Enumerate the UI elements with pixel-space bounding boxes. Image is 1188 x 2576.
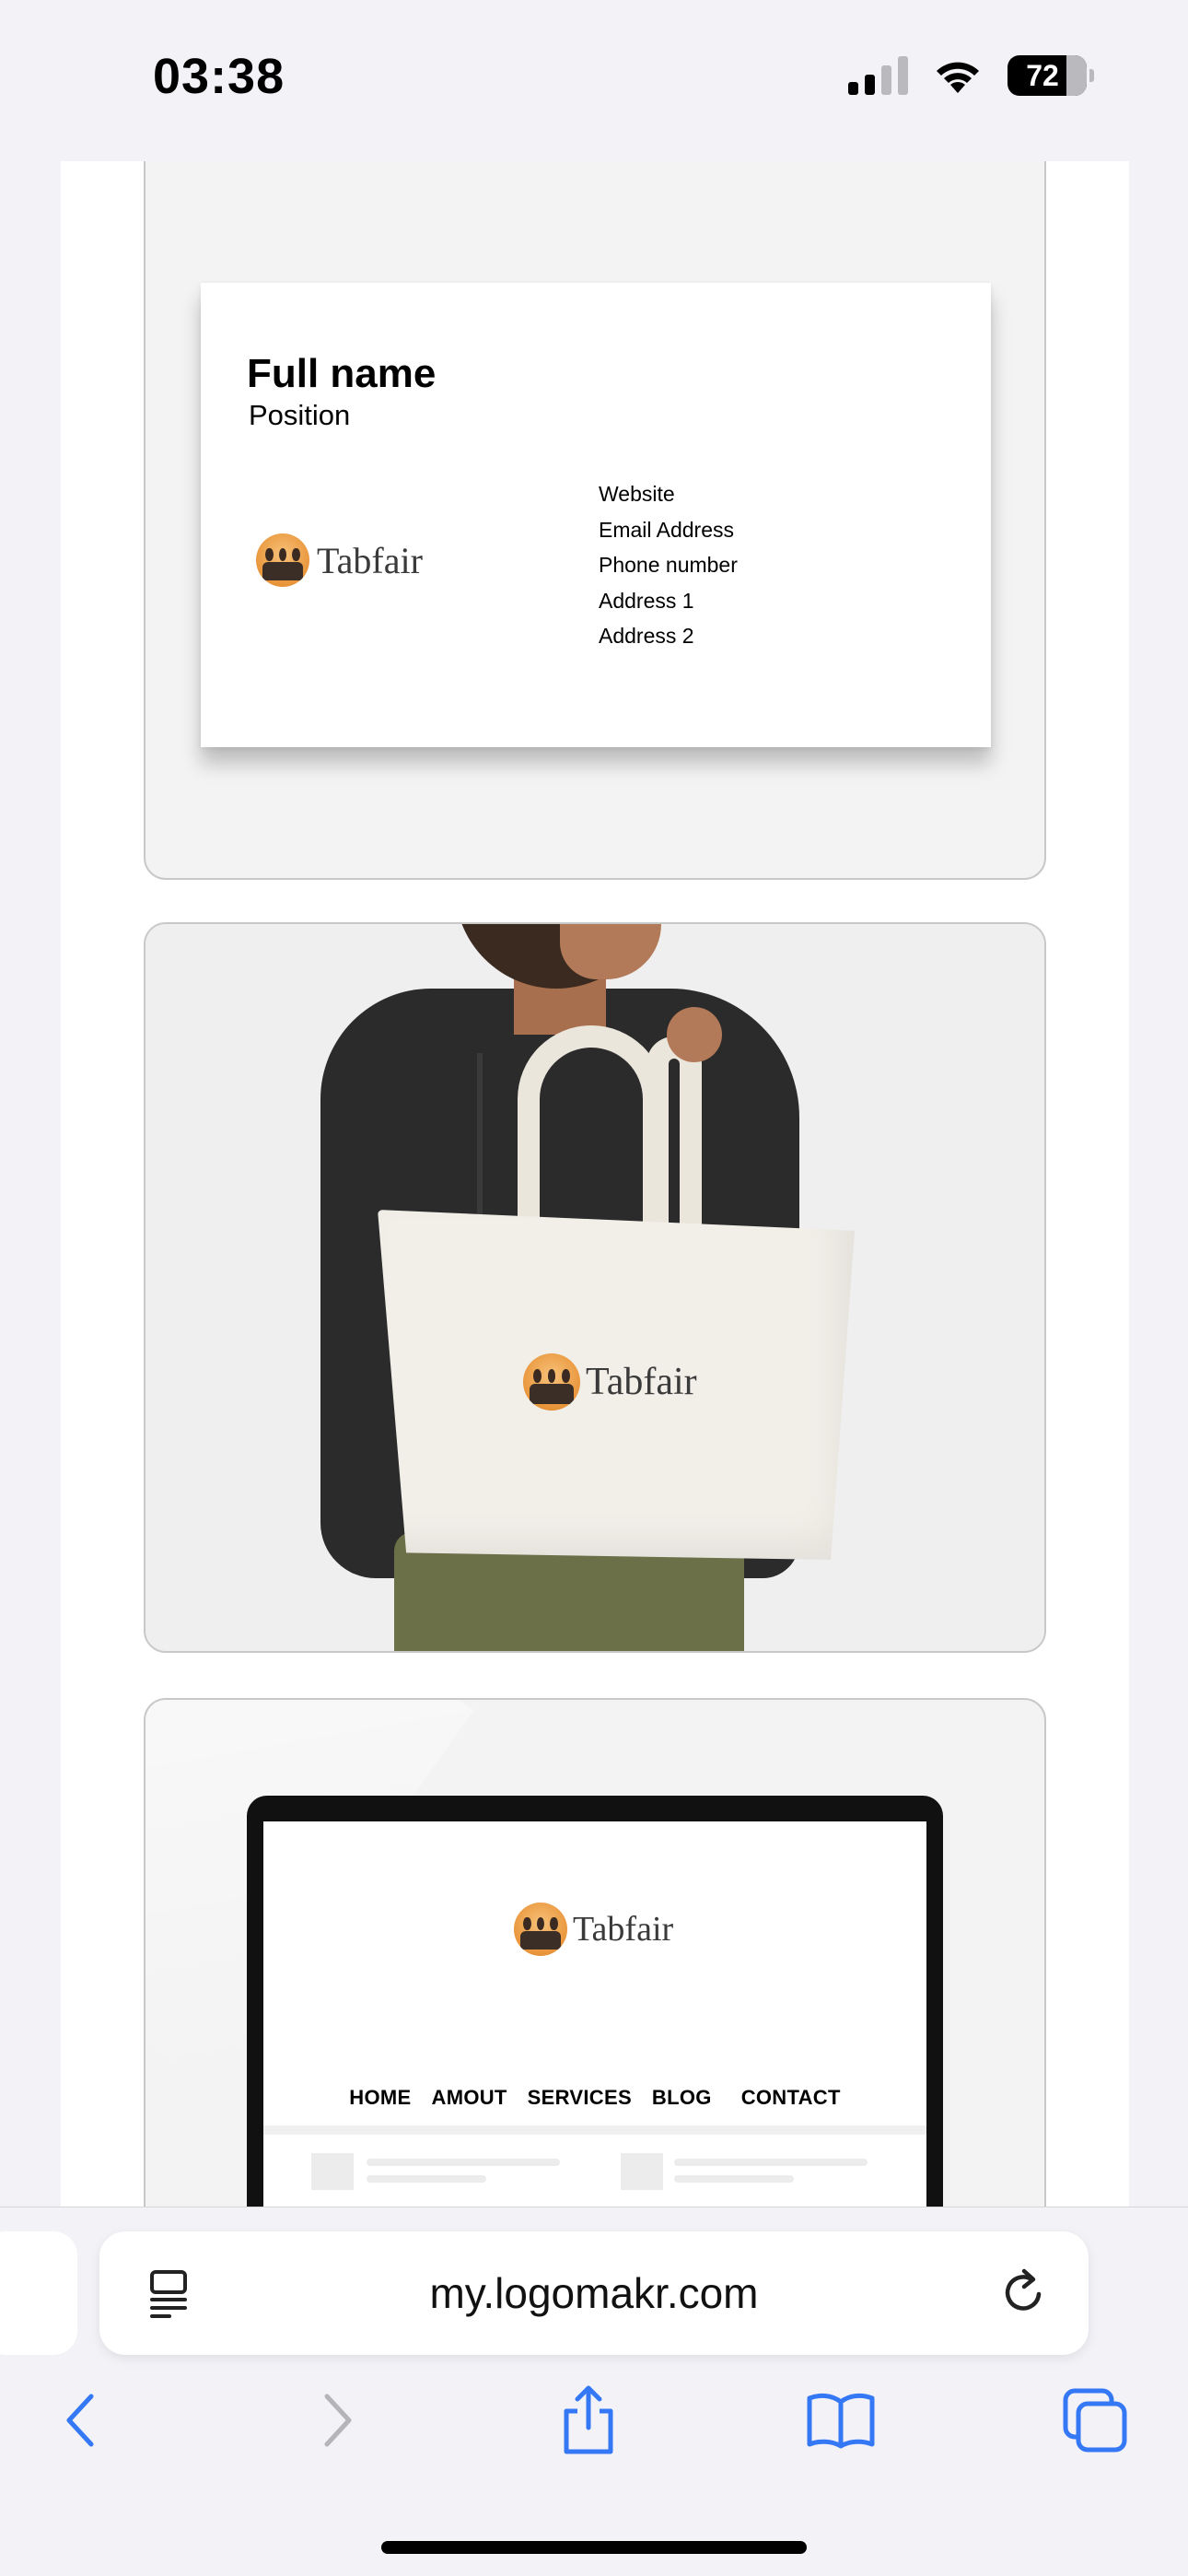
cellular-signal-icon <box>848 56 908 95</box>
site-logo-text: Tabfair <box>573 1910 674 1949</box>
home-indicator[interactable] <box>381 2541 807 2554</box>
tabs-icon <box>1063 2388 1127 2453</box>
business-card-mockup[interactable]: Full name Position Tabfair Website Email… <box>144 161 1046 880</box>
placeholder-line <box>367 2159 560 2166</box>
card-logo: Tabfair <box>256 533 423 587</box>
share-button[interactable] <box>547 2379 630 2462</box>
placeholder-image <box>621 2153 663 2190</box>
address-bar[interactable]: my.logomakr.com <box>99 2231 1089 2355</box>
chevron-right-icon <box>324 2394 352 2447</box>
site-nav-contact: CONTACT <box>740 2086 841 2109</box>
site-logo: Tabfair <box>514 1903 673 1956</box>
placeholder-image <box>311 2153 354 2190</box>
card-email: Email Address <box>599 517 735 542</box>
browser-toolbar <box>0 2379 1188 2480</box>
forward-button[interactable] <box>297 2379 379 2462</box>
card-address-2: Address 2 <box>599 624 694 648</box>
site-nav-amout: AMOUT <box>431 2086 507 2109</box>
tabfair-logo-icon <box>514 1903 567 1956</box>
site-nav-blog: BLOG <box>651 2086 712 2109</box>
site-nav: HOME AMOUT SERVICES BLOG CONTACT <box>263 2086 926 2110</box>
wifi-icon <box>937 62 979 93</box>
site-divider <box>263 2125 926 2135</box>
card-website: Website <box>599 482 675 506</box>
tote-bag-photo: Tabfair <box>146 924 1044 1651</box>
battery-level: 72 <box>1026 58 1059 92</box>
bookmarks-button[interactable] <box>799 2379 882 2462</box>
status-time: 03:38 <box>153 49 285 104</box>
book-icon <box>807 2393 875 2449</box>
placeholder-line <box>674 2159 868 2166</box>
card-position: Position <box>249 399 351 431</box>
battery-icon: 72 <box>1007 55 1094 96</box>
laptop: Tabfair HOME AMOUT SERVICES BLOG CONTACT <box>247 1796 943 2207</box>
previous-tab-peek[interactable] <box>0 2231 77 2355</box>
tabs-button[interactable] <box>1054 2379 1136 2462</box>
laptop-screen: Tabfair HOME AMOUT SERVICES BLOG CONTACT <box>263 1821 926 2207</box>
chevron-left-icon <box>66 2394 94 2447</box>
card-phone: Phone number <box>599 553 738 577</box>
tote-bag-logo-text: Tabfair <box>586 1361 697 1403</box>
web-page: Full name Position Tabfair Website Email… <box>61 161 1129 2207</box>
url-text[interactable]: my.logomakr.com <box>99 2268 1089 2318</box>
back-button[interactable] <box>39 2379 122 2462</box>
browser-bottom-bar: my.logomakr.com <box>0 2207 1188 2576</box>
site-nav-home: HOME <box>349 2086 412 2109</box>
card-address-1: Address 1 <box>599 588 694 613</box>
status-icons: 72 <box>848 55 1094 96</box>
card-logo-text: Tabfair <box>317 539 423 581</box>
business-card: Full name Position Tabfair Website Email… <box>201 283 991 747</box>
placeholder-line <box>367 2175 486 2183</box>
share-icon <box>564 2385 613 2454</box>
card-full-name: Full name <box>247 351 437 396</box>
placeholder-line <box>674 2175 794 2183</box>
tabfair-logo-icon <box>523 1353 580 1411</box>
tabfair-logo-icon <box>256 533 309 587</box>
website-mockup[interactable]: Tabfair HOME AMOUT SERVICES BLOG CONTACT <box>144 1698 1046 2207</box>
status-bar: 03:38 72 <box>0 0 1188 161</box>
tote-bag-logo: Tabfair <box>523 1353 697 1411</box>
card-contact-info: Website Email Address Phone number Addre… <box>599 476 738 654</box>
site-nav-services: SERVICES <box>527 2086 632 2109</box>
tote-bag-mockup[interactable]: Tabfair <box>144 922 1046 1653</box>
reload-icon[interactable] <box>998 2266 1050 2318</box>
